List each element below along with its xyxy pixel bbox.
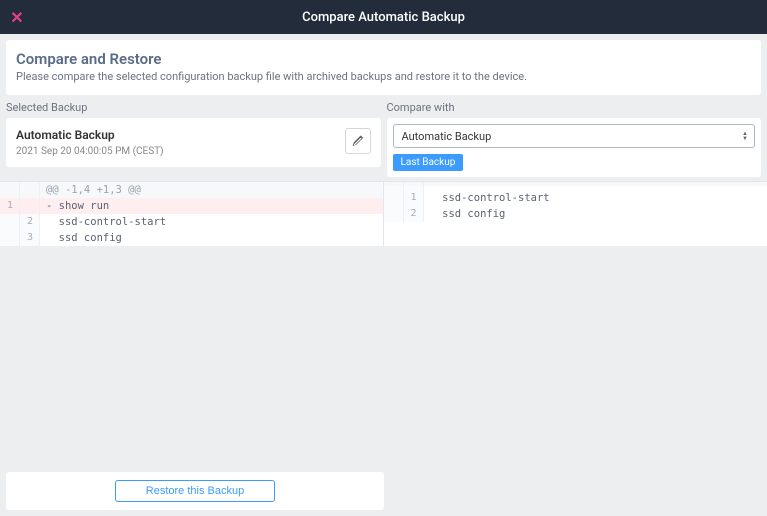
diff-gutter: 1 [404, 190, 424, 206]
selected-column: Selected Backup Automatic Backup 2021 Se… [6, 101, 381, 177]
diff-row-ctx: 2 ssd-control-start [0, 214, 383, 230]
diff-gutter [0, 214, 20, 230]
restore-button[interactable]: Restore this Backup [115, 480, 275, 502]
last-backup-chip[interactable]: Last Backup [393, 154, 464, 171]
pencil-icon [352, 135, 364, 147]
select-caret-icon: ▲▼ [742, 131, 748, 141]
window-title: Compare Automatic Backup [0, 10, 767, 25]
page-title: Compare and Restore [16, 50, 751, 68]
diff-row-ctx: 3 ssd config [0, 230, 383, 246]
diff-gutter: 2 [404, 206, 424, 222]
header-card: Compare and Restore Please compare the s… [6, 40, 761, 95]
close-button[interactable]: ✕ [4, 4, 30, 30]
close-icon: ✕ [10, 8, 23, 27]
diff-gutter [20, 182, 40, 198]
diff-line-text: ssd config [40, 230, 383, 246]
diff-row-ctx: 1 ssd-control-start [384, 190, 767, 206]
edit-selected-button[interactable] [345, 128, 371, 154]
diff-row-hunk: @@ -1,4 +1,3 @@ [0, 182, 383, 198]
titlebar: ✕ Compare Automatic Backup [0, 0, 767, 34]
diff-line-text: ssd config [424, 206, 767, 222]
body-row: Selected Backup Automatic Backup 2021 Se… [0, 95, 767, 177]
diff-right-pane: 1 ssd-control-start2 ssd config [384, 182, 767, 246]
diff-row-ctx: 2 ssd config [384, 206, 767, 222]
diff-gutter: 2 [20, 214, 40, 230]
diff-viewer: @@ -1,4 +1,3 @@1- show run2 ssd-control-… [0, 181, 767, 246]
diff-gutter [384, 206, 404, 222]
diff-row-del: 1 - show run [0, 198, 383, 214]
compare-column: Compare with Automatic Backup ▲▼ Last Ba… [387, 101, 762, 177]
compare-card: Automatic Backup ▲▼ Last Backup [387, 118, 762, 177]
diff-gutter: 3 [20, 230, 40, 246]
diff-gutter [384, 190, 404, 206]
diff-line-text: @@ -1,4 +1,3 @@ [40, 182, 383, 198]
diff-line-text: ssd-control-start [40, 214, 383, 230]
diff-left-pane: @@ -1,4 +1,3 @@ 1 - show run2 ssd-control-… [0, 182, 384, 246]
compare-select-value: Automatic Backup [402, 130, 492, 143]
compare-label: Compare with [387, 101, 762, 114]
diff-gutter [20, 198, 40, 214]
selected-backup-name: Automatic Backup [16, 128, 164, 142]
selected-backup-timestamp: 2021 Sep 20 04:00:05 PM (CEST) [16, 146, 164, 157]
diff-line-text: - show run [40, 198, 383, 214]
page-subtitle: Please compare the selected configuratio… [16, 70, 751, 83]
footer-card: Restore this Backup [6, 472, 384, 510]
selected-backup-card: Automatic Backup 2021 Sep 20 04:00:05 PM… [6, 118, 381, 167]
compare-select[interactable]: Automatic Backup ▲▼ [393, 124, 756, 148]
selected-label: Selected Backup [6, 101, 381, 114]
diff-line-text: ssd-control-start [424, 190, 767, 206]
diff-gutter [0, 230, 20, 246]
diff-gutter: 1 [0, 198, 20, 214]
diff-gutter [0, 182, 20, 198]
